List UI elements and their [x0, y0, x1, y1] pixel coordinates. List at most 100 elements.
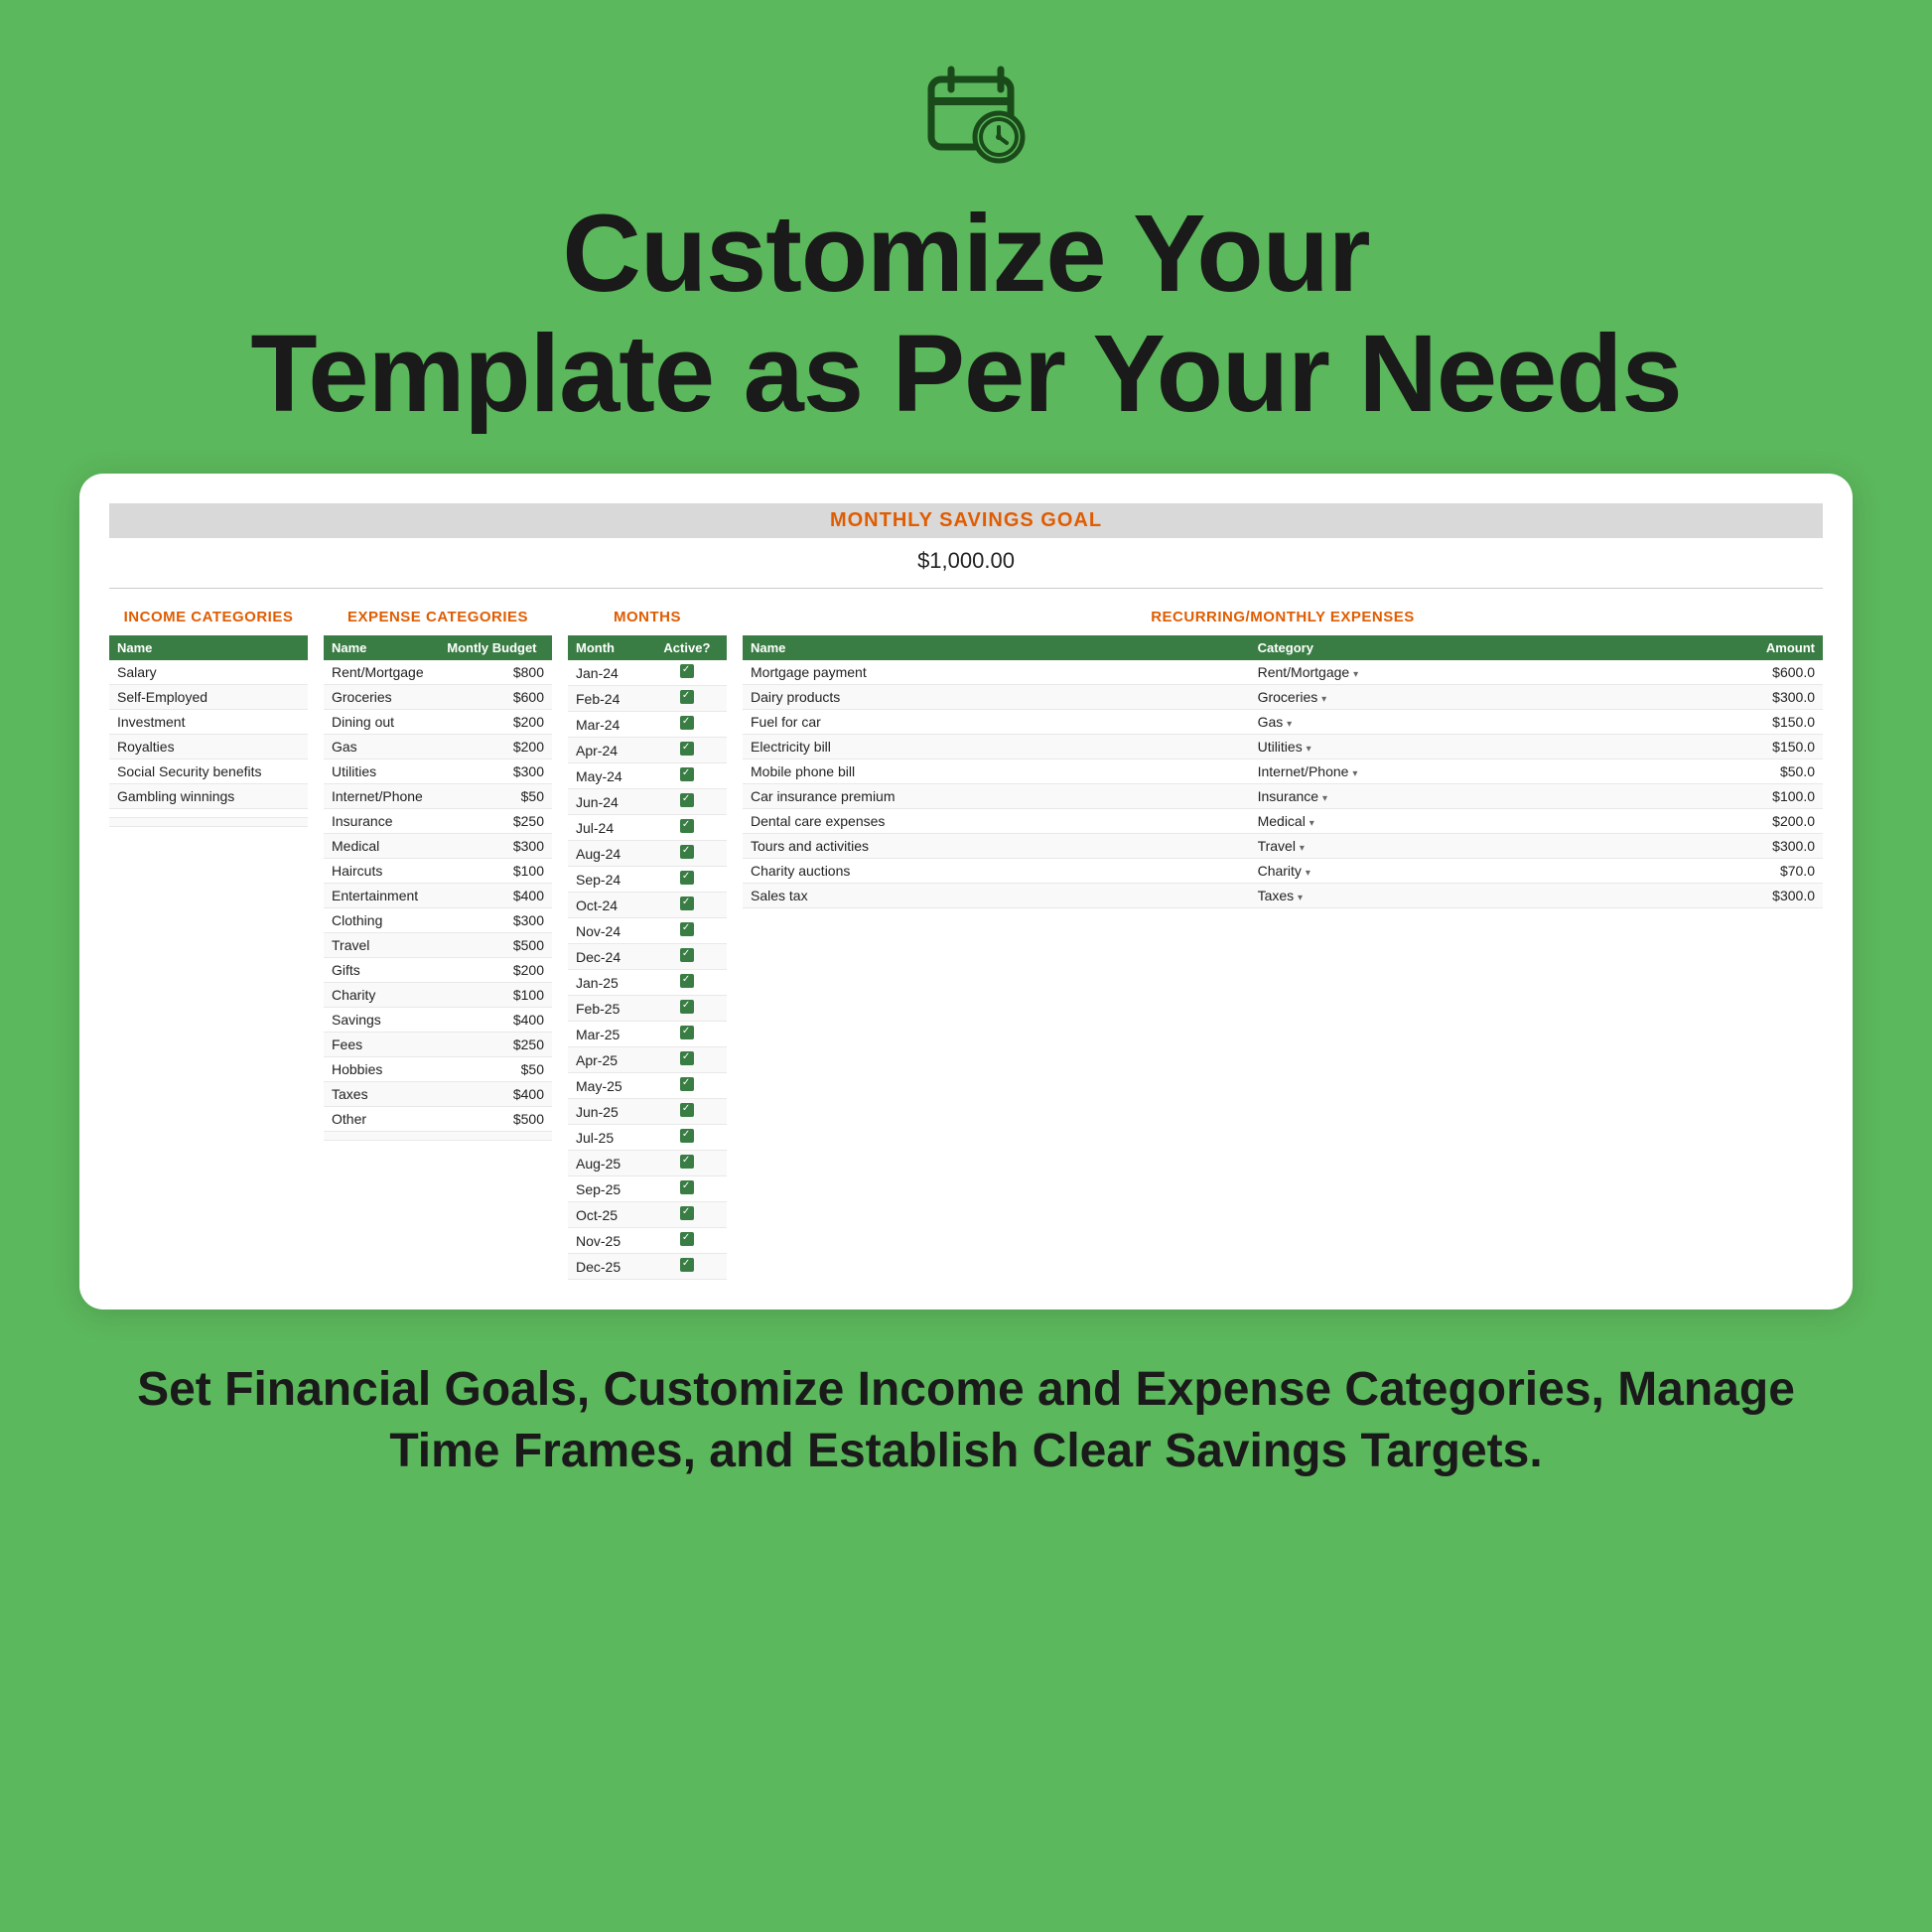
income-col-name: Name: [109, 635, 308, 660]
month-name-cell: Oct-24: [568, 893, 647, 918]
month-row: Mar-24: [568, 712, 727, 738]
expense-budget-cell: $250: [439, 809, 552, 834]
expense-row: Taxes$400: [324, 1082, 552, 1107]
month-row: Dec-25: [568, 1254, 727, 1280]
recurring-row: Dairy productsGroceries ▾$300.0: [743, 685, 1823, 710]
income-name-cell: Social Security benefits: [109, 759, 308, 784]
expense-name-cell: Haircuts: [324, 859, 439, 884]
recurring-row: Dental care expensesMedical ▾$200.0: [743, 809, 1823, 834]
month-row: Feb-25: [568, 996, 727, 1022]
month-row: Aug-25: [568, 1151, 727, 1176]
recurring-name-cell: Mobile phone bill: [743, 759, 1250, 784]
expense-budget-cell: $50: [439, 784, 552, 809]
expense-name-cell: Fees: [324, 1033, 439, 1057]
expense-table: Name Montly Budget Rent/Mortgage$800Groc…: [324, 635, 552, 1141]
expense-budget-cell: $50: [439, 1057, 552, 1082]
recurring-category-cell: Travel ▾: [1250, 834, 1619, 859]
months-section-header: MONTHS: [568, 605, 727, 629]
expense-name-cell: Charity: [324, 983, 439, 1008]
month-name-cell: Sep-24: [568, 867, 647, 893]
month-active-cell: [647, 1099, 727, 1125]
expense-name-cell: Rent/Mortgage: [324, 660, 439, 685]
header-area: Customize Your Template as Per Your Need…: [79, 60, 1853, 434]
checkbox-checked-icon: [680, 871, 694, 885]
expense-name-cell: Groceries: [324, 685, 439, 710]
month-name-cell: Sep-25: [568, 1176, 647, 1202]
month-active-cell: [647, 763, 727, 789]
expense-name-cell: Gifts: [324, 958, 439, 983]
expense-row: Hobbies$50: [324, 1057, 552, 1082]
income-table: Name SalarySelf-EmployedInvestmentRoyalt…: [109, 635, 308, 827]
recurring-section: RECURRING/MONTHLY EXPENSES Name Category…: [743, 605, 1823, 908]
month-row: Sep-25: [568, 1176, 727, 1202]
recurring-amount-cell: $150.0: [1618, 710, 1823, 735]
month-row: May-24: [568, 763, 727, 789]
checkbox-checked-icon: [680, 1155, 694, 1169]
expense-name-cell: Entertainment: [324, 884, 439, 908]
dropdown-arrow-icon: ▾: [1306, 868, 1311, 879]
checkbox-checked-icon: [680, 948, 694, 962]
expense-row: Other$500: [324, 1107, 552, 1132]
month-row: Apr-25: [568, 1047, 727, 1073]
expense-name-cell: Hobbies: [324, 1057, 439, 1082]
month-name-cell: Nov-24: [568, 918, 647, 944]
expense-row: [324, 1132, 552, 1141]
month-active-cell: [647, 1125, 727, 1151]
month-name-cell: Jun-24: [568, 789, 647, 815]
recurring-category-cell: Gas ▾: [1250, 710, 1619, 735]
expense-col-name: Name: [324, 635, 439, 660]
recurring-row: Mortgage paymentRent/Mortgage ▾$600.0: [743, 660, 1823, 685]
month-row: Jul-25: [568, 1125, 727, 1151]
month-active-cell: [647, 738, 727, 763]
expense-name-cell: Savings: [324, 1008, 439, 1033]
month-name-cell: Nov-25: [568, 1228, 647, 1254]
checkbox-checked-icon: [680, 742, 694, 756]
expense-row: Clothing$300: [324, 908, 552, 933]
checkbox-checked-icon: [680, 845, 694, 859]
income-name-cell: Royalties: [109, 735, 308, 759]
income-row: Gambling winnings: [109, 784, 308, 809]
dropdown-arrow-icon: ▾: [1307, 744, 1311, 755]
expense-row: Savings$400: [324, 1008, 552, 1033]
checkbox-checked-icon: [680, 897, 694, 910]
checkbox-checked-icon: [680, 1258, 694, 1272]
expense-budget-cell: $100: [439, 983, 552, 1008]
month-row: May-25: [568, 1073, 727, 1099]
recurring-category-cell: Utilities ▾: [1250, 735, 1619, 759]
expense-row: Gifts$200: [324, 958, 552, 983]
month-row: Aug-24: [568, 841, 727, 867]
month-active-cell: [647, 918, 727, 944]
recurring-name-cell: Charity auctions: [743, 859, 1250, 884]
income-row: Self-Employed: [109, 685, 308, 710]
recurring-amount-cell: $300.0: [1618, 884, 1823, 908]
recurring-name-cell: Tours and activities: [743, 834, 1250, 859]
income-row: [109, 818, 308, 827]
recurring-table: Name Category Amount Mortgage paymentRen…: [743, 635, 1823, 908]
expense-budget-cell: $400: [439, 1082, 552, 1107]
expense-row: Dining out$200: [324, 710, 552, 735]
checkbox-checked-icon: [680, 1232, 694, 1246]
dropdown-arrow-icon: ▾: [1300, 843, 1305, 854]
recurring-amount-cell: $100.0: [1618, 784, 1823, 809]
income-row: Salary: [109, 660, 308, 685]
expense-budget-cell: $200: [439, 958, 552, 983]
month-row: Nov-25: [568, 1228, 727, 1254]
month-name-cell: Jun-25: [568, 1099, 647, 1125]
dropdown-arrow-icon: ▾: [1321, 694, 1326, 705]
month-active-cell: [647, 712, 727, 738]
month-row: Jan-25: [568, 970, 727, 996]
expense-name-cell: Internet/Phone: [324, 784, 439, 809]
expense-name-cell: Taxes: [324, 1082, 439, 1107]
expense-name-cell: Other: [324, 1107, 439, 1132]
expense-section: EXPENSE CATEGORIES Name Montly Budget Re…: [324, 605, 552, 1141]
recurring-category-cell: Rent/Mortgage ▾: [1250, 660, 1619, 685]
recurring-row: Fuel for carGas ▾$150.0: [743, 710, 1823, 735]
checkbox-checked-icon: [680, 819, 694, 833]
recurring-row: Electricity billUtilities ▾$150.0: [743, 735, 1823, 759]
recurring-category-cell: Medical ▾: [1250, 809, 1619, 834]
month-name-cell: Dec-25: [568, 1254, 647, 1280]
expense-budget-cell: $200: [439, 710, 552, 735]
recurring-row: Car insurance premiumInsurance ▾$100.0: [743, 784, 1823, 809]
recurring-name-cell: Dairy products: [743, 685, 1250, 710]
expense-row: Entertainment$400: [324, 884, 552, 908]
